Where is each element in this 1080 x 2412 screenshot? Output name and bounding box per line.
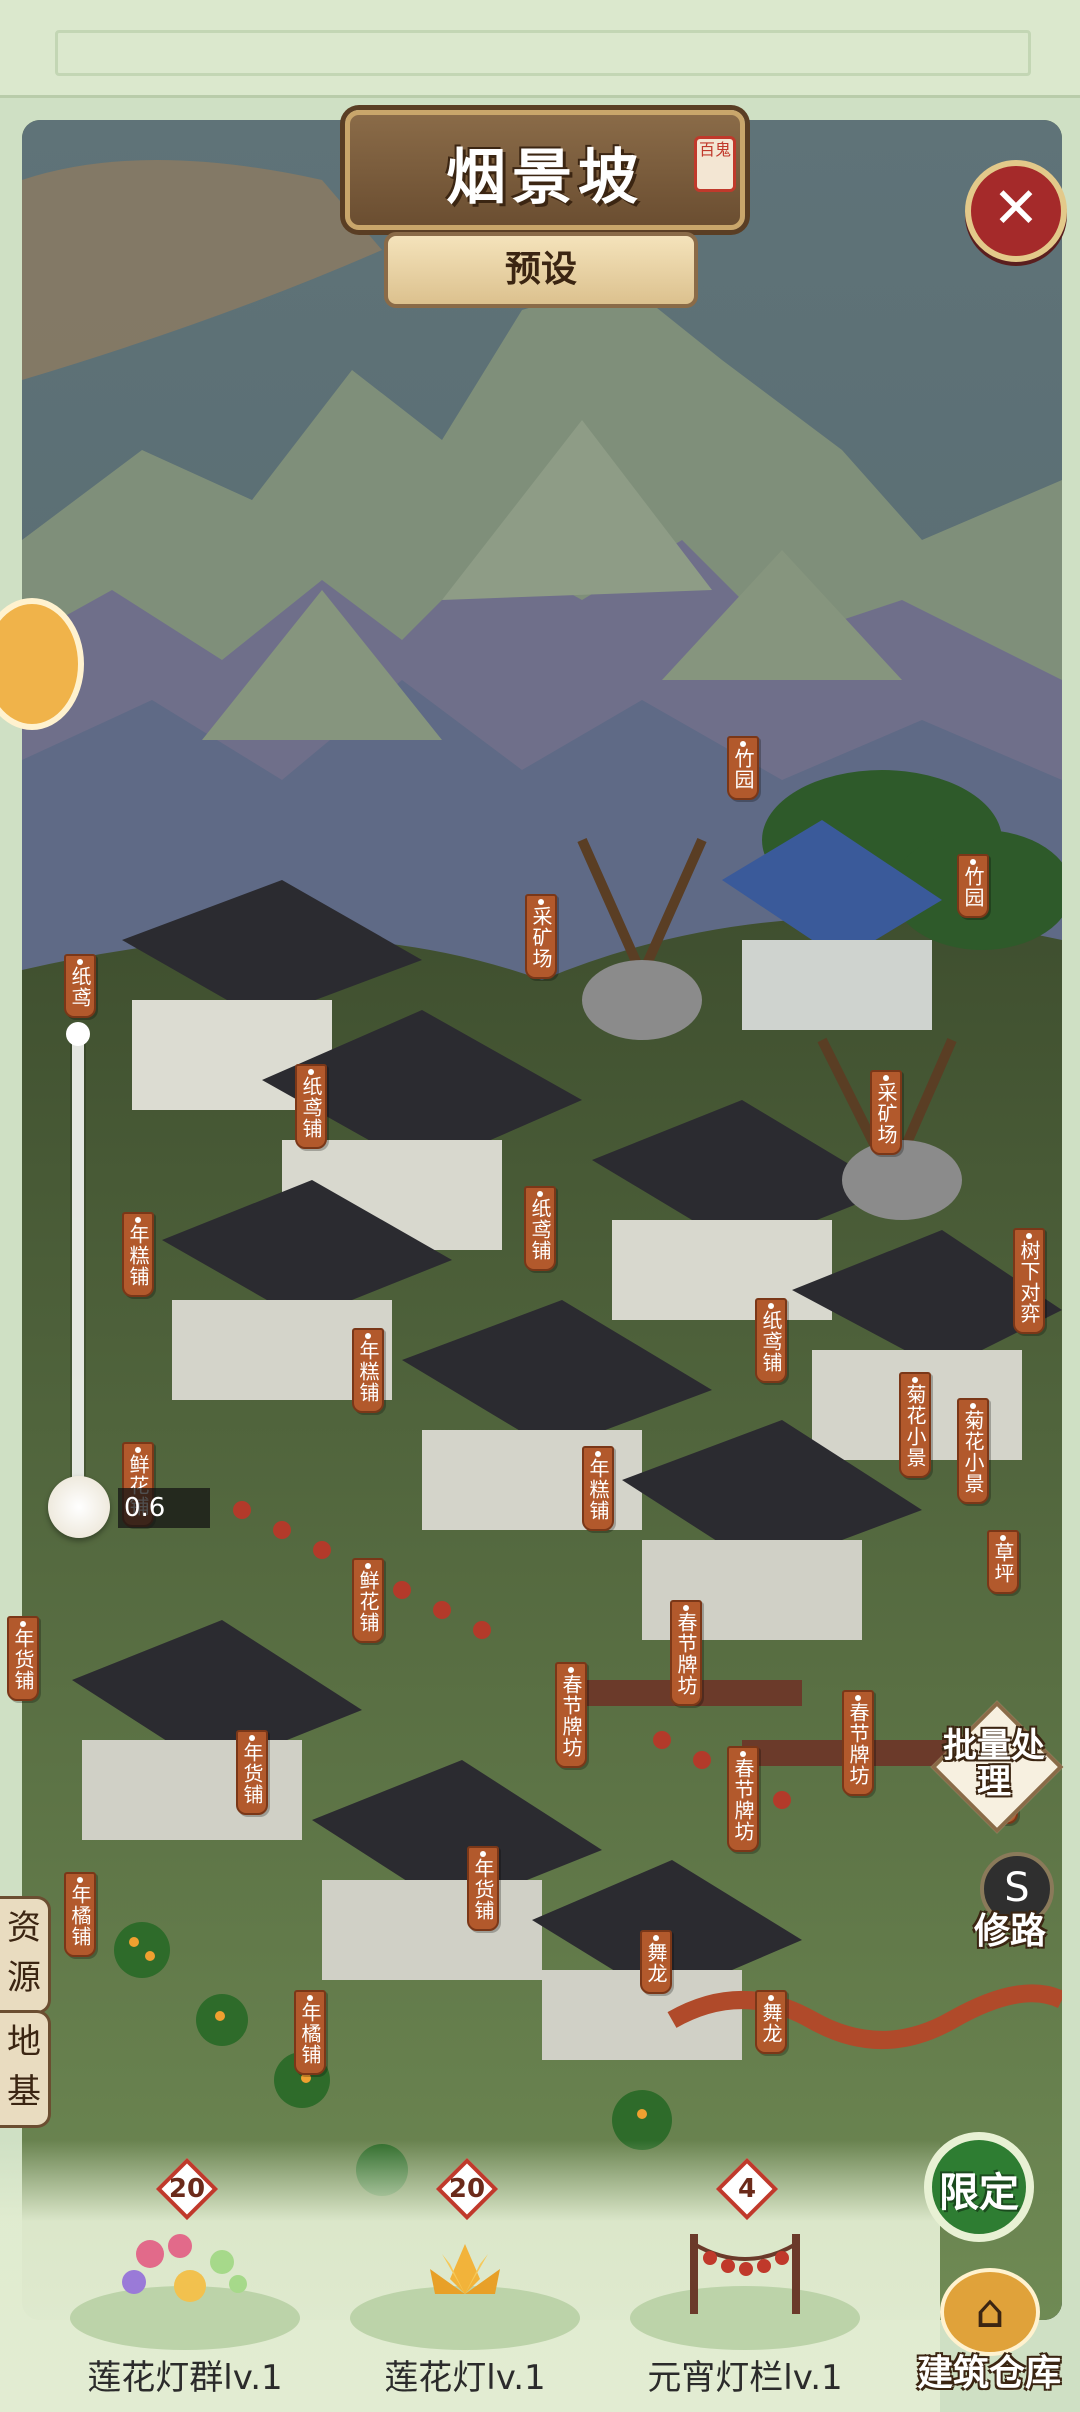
build-road-button[interactable]: S 修路 [960,1846,1070,1956]
build-road-label: 修路 [973,1911,1046,1952]
warehouse-label: 建筑仓库 [916,2353,1061,2394]
area-title: 烟景坡 [446,143,644,213]
zoom-value: 0.6 [118,1488,210,1528]
resources-tab[interactable]: 资源 [0,1896,51,2014]
warehouse-icon: ⌂ [940,2268,1040,2356]
tray-item[interactable]: 4 元宵灯栏lv.1 [610,2157,880,2400]
building-tag[interactable]: 年货铺 [7,1616,39,1701]
building-tag[interactable]: 菊花小景 [899,1372,931,1478]
building-warehouse-button[interactable]: ⌂ 建筑仓库 [908,2268,1068,2408]
building-tag[interactable]: 年糕铺 [122,1212,154,1297]
building-tag[interactable]: 年货铺 [467,1846,499,1931]
building-tag[interactable]: 春节牌坊 [727,1746,759,1852]
building-tag[interactable]: 春节牌坊 [670,1600,702,1706]
building-tag[interactable]: 纸鸢 [64,954,96,1018]
building-tag[interactable]: 竹园 [727,736,759,800]
area-title-plaque: 烟景坡 [345,110,745,230]
tray-item[interactable]: 20 莲花灯群lv.1 [50,2157,320,2400]
building-tag[interactable]: 草坪 [987,1530,1019,1594]
building-tag[interactable]: 纸鸢铺 [755,1298,787,1383]
building-tag[interactable]: 年糕铺 [352,1328,384,1413]
item-count-badge: 4 [715,2157,779,2221]
foundation-tab[interactable]: 地基 [0,2010,51,2128]
lotus-lantern-group-icon [122,2234,247,2302]
building-tag[interactable]: 竹园 [957,854,989,918]
building-tag[interactable]: 年糕铺 [582,1446,614,1531]
item-count-badge: 20 [435,2157,499,2221]
building-tag[interactable]: 采矿场 [870,1070,902,1155]
lantern-fence-icon [690,2234,800,2314]
item-name: 莲花灯lv.1 [384,2358,546,2398]
building-tag[interactable]: 舞龙 [640,1930,672,1994]
top-frame [0,0,1080,98]
building-tag[interactable]: 春节牌坊 [555,1662,587,1768]
building-tag[interactable]: 树下对弈 [1013,1228,1045,1334]
item-name: 莲花灯群lv.1 [87,2358,283,2398]
limited-button[interactable]: 限定 [916,2124,1042,2250]
limited-label: 限定 [939,2170,1019,2216]
building-tag[interactable]: 舞龙 [755,1990,787,2054]
zoom-slider-track[interactable] [72,1030,84,1510]
batch-process-button[interactable]: 批量处理 [930,1700,1064,1834]
item-name: 元宵灯栏lv.1 [647,2358,843,2398]
building-tag[interactable]: 年橘铺 [64,1872,96,1957]
tray-item[interactable]: 20 莲花灯lv.1 [330,2157,600,2400]
building-tag[interactable]: 采矿场 [525,894,557,979]
building-tag[interactable]: 年橘铺 [294,1990,326,2075]
batch-process-label: 批量处理 [943,1726,1045,1802]
building-tag[interactable]: 菊花小景 [957,1398,989,1504]
building-tag[interactable]: 年货铺 [236,1730,268,1815]
close-icon[interactable]: ✕ [965,160,1067,262]
building-tag[interactable]: 纸鸢铺 [524,1186,556,1271]
item-count-badge: 20 [155,2157,219,2221]
title-seal: 百鬼 [694,136,736,192]
building-tag[interactable]: 纸鸢铺 [295,1064,327,1149]
lotus-lantern-icon [430,2244,500,2294]
building-tag[interactable]: 鲜花铺 [352,1558,384,1643]
zoom-slider-knob[interactable] [48,1476,110,1538]
preset-button[interactable]: 预设 [384,232,698,308]
zoom-slider-end [66,1022,90,1046]
building-tag[interactable]: 春节牌坊 [842,1690,874,1796]
